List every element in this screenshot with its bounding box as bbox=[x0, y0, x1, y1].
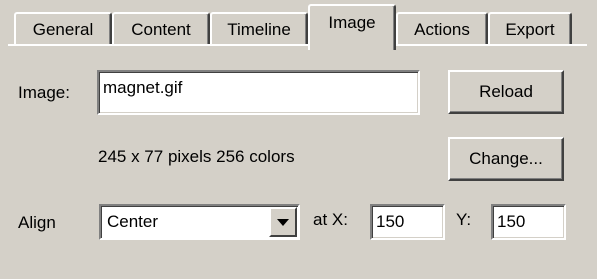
tab-image-label: Image bbox=[328, 13, 376, 32]
tab-actions-label: Actions bbox=[414, 20, 470, 39]
tab-actions[interactable]: Actions bbox=[396, 12, 488, 46]
tab-timeline-label: Timeline bbox=[227, 20, 291, 39]
reload-button[interactable]: Reload bbox=[448, 70, 564, 114]
image-label: Image: bbox=[18, 83, 70, 102]
change-button[interactable]: Change... bbox=[448, 137, 564, 181]
y-field[interactable]: 150 bbox=[491, 204, 566, 240]
y-label: Y: bbox=[456, 210, 472, 229]
chevron-down-icon bbox=[277, 218, 289, 226]
x-field[interactable]: 150 bbox=[370, 204, 445, 240]
align-select[interactable]: Center bbox=[99, 204, 300, 240]
align-selected-value: Center bbox=[107, 212, 159, 231]
x-label: at X: bbox=[313, 210, 348, 229]
tab-export-label: Export bbox=[505, 20, 555, 39]
tab-strip: General Content Timeline Actions Export … bbox=[0, 0, 597, 50]
tab-content[interactable]: Content bbox=[112, 12, 210, 46]
tab-content-label: Content bbox=[131, 20, 191, 39]
image-filename-field[interactable]: magnet.gif bbox=[97, 70, 420, 115]
tab-general-label: General bbox=[32, 20, 94, 39]
tab-export[interactable]: Export bbox=[488, 12, 572, 46]
tab-image[interactable]: Image bbox=[308, 4, 396, 50]
tab-timeline[interactable]: Timeline bbox=[210, 12, 308, 46]
tab-general[interactable]: General bbox=[14, 12, 112, 46]
panel-border bbox=[8, 44, 587, 46]
align-label: Align bbox=[18, 213, 56, 232]
image-info-text: 245 x 77 pixels 256 colors bbox=[98, 147, 295, 166]
align-dropdown-button[interactable] bbox=[269, 207, 297, 237]
